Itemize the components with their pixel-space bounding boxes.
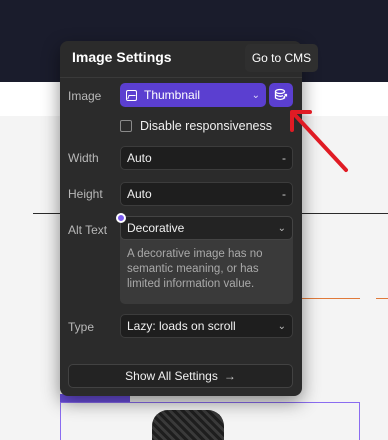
alt-text-label: Alt Text — [68, 223, 108, 237]
disable-responsiveness-checkbox[interactable] — [120, 120, 132, 132]
chevron-down-icon: ⌄ — [277, 320, 286, 332]
height-input[interactable]: Auto - — [120, 182, 293, 206]
width-input[interactable]: Auto - — [120, 146, 293, 170]
go-to-cms-tooltip: Go to CMS — [245, 44, 318, 72]
width-value: Auto — [127, 151, 152, 165]
alt-text-description: A decorative image has no semantic meani… — [127, 248, 263, 290]
image-label: Image — [68, 89, 102, 103]
panel-divider — [60, 77, 302, 78]
show-all-settings-label: Show All Settings — [125, 369, 218, 383]
alt-text-group: Decorative ⌄ A decorative image has no s… — [120, 216, 293, 304]
loading-type-select[interactable]: Lazy: loads on scroll ⌄ — [120, 314, 293, 338]
loading-type-value: Lazy: loads on scroll — [127, 319, 236, 333]
arrow-right-icon: → — [223, 369, 236, 383]
image-source-value: Thumbnail — [144, 88, 201, 102]
page-accent-line — [376, 298, 388, 299]
chevron-down-icon: ⌄ — [277, 222, 286, 234]
height-unit[interactable]: - — [282, 187, 286, 201]
height-value: Auto — [127, 187, 152, 201]
alt-text-value: Decorative — [127, 221, 185, 235]
panel-title: Image Settings — [72, 49, 172, 65]
product-image[interactable] — [152, 410, 224, 440]
width-label: Width — [68, 151, 99, 165]
red-arrow-annotation — [290, 110, 348, 172]
show-all-settings-button[interactable]: Show All Settings → — [68, 364, 293, 388]
modified-indicator-dot — [116, 213, 126, 223]
page-accent-line — [300, 298, 360, 299]
image-settings-panel: Image Settings Image Thumbnail ⌄ Disable… — [60, 41, 302, 396]
height-label: Height — [68, 187, 103, 201]
alt-text-select[interactable]: Decorative ⌄ — [120, 216, 293, 240]
image-source-select[interactable]: Thumbnail ⌄ — [120, 83, 266, 107]
type-label: Type — [68, 320, 95, 334]
chevron-down-icon: ⌄ — [251, 89, 260, 101]
disable-responsiveness-label[interactable]: Disable responsiveness — [140, 119, 272, 133]
image-icon — [126, 89, 137, 101]
